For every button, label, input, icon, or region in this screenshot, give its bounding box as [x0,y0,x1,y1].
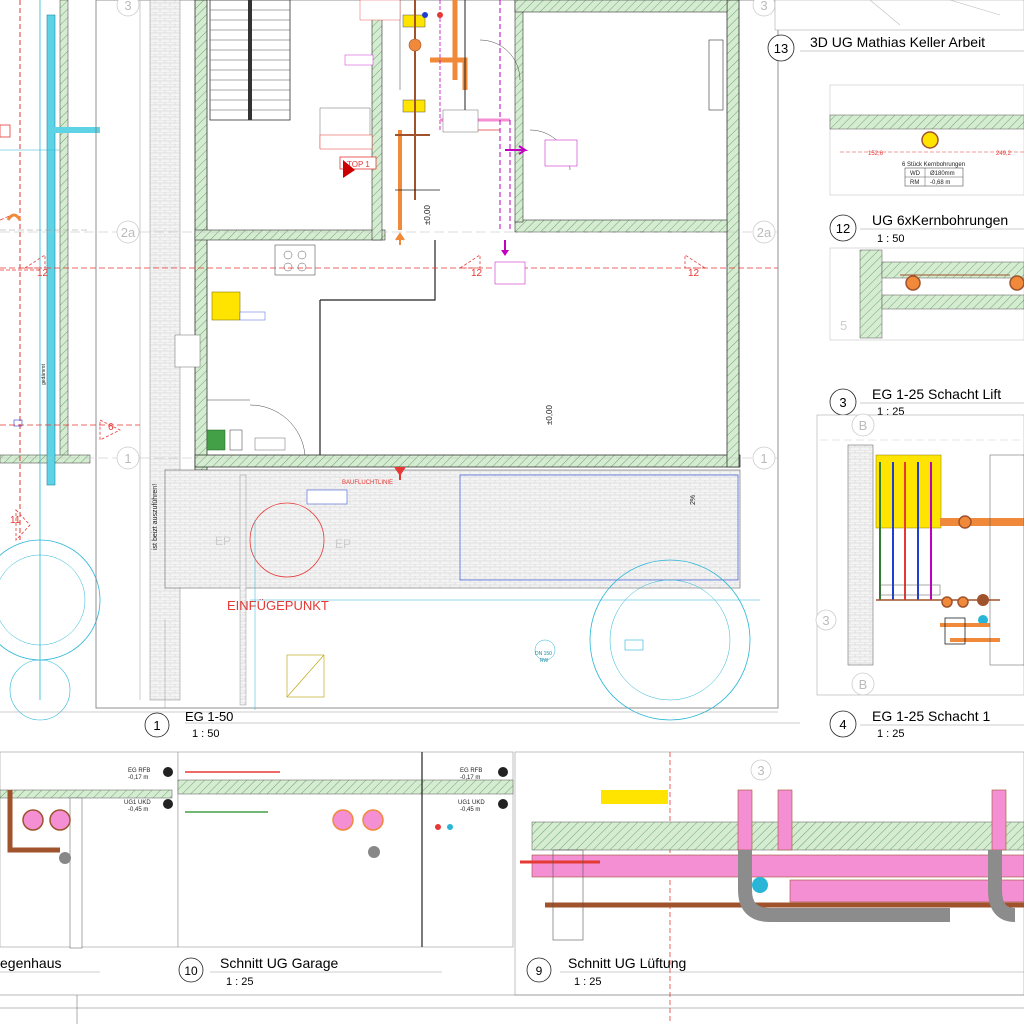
view-scale-4: 1 : 25 [877,728,905,740]
view-title-13: 3D UG Mathias Keller Arbeit [810,34,985,50]
section-label-12b: 12 [688,268,700,279]
dim-1526: 152,6 [868,151,884,157]
section-9: 3 9 Schnitt UG Lüftung 1 : 25 [514,751,1024,1024]
wd-value: Ø180mm [930,171,955,177]
baufluchtlinie-label: BAUFLUCHTLINIE [342,480,393,486]
grid-axis-b-top: B [859,418,868,433]
view-title-egenhaus: egenhaus [0,955,62,971]
grid-axis-2a-right: 2a [757,225,772,240]
view-12: 152,6 249,2 6 Stück Kernbohrungen WD Ø18… [829,84,1024,341]
rm-value: -0,68 m [930,180,950,186]
grid-axis-3-right: 3 [760,0,767,13]
rw-label: RW [540,658,549,664]
eg-rfb-right: EG RFB [460,768,482,774]
view-title-12: UG 6xKernbohrungen [872,212,1008,228]
view-scale-1: 1 : 50 [192,728,220,740]
dn150-label: DN 150 [535,651,552,657]
section-label-11: 11 [10,515,21,526]
svg-text:EP: EP [215,534,231,548]
view-13: 13 3D UG Mathias Keller Arbeit [767,0,1024,62]
view-3: 3 EG 1-25 Schacht Lift 1 : 25 [829,386,1024,418]
view-number-9: 9 [536,964,543,978]
slope-label: 2% [690,495,697,505]
wd-label: WD [910,171,921,177]
grid-axis-3-shaft: 3 [822,613,829,628]
level-045-left: -0,45 m [128,807,148,813]
view-number-1: 1 [153,718,160,733]
left-partial-plan: gedämmt [0,0,121,721]
section-10: EG RFB -0,17 m UG1 UKD -0,45 m EG RFB -0… [124,751,514,988]
dim-2492: 249,2 [996,151,1012,157]
cad-drawing-sheet: gedämmt 12 12 12 6 11 2a 2a 1 1 3 3 BAUF… [0,0,1024,1024]
view-title-9: Schnitt UG Lüftung [568,955,686,971]
rm-label: RM [910,180,919,186]
view-title-3: EG 1-25 Schacht Lift [872,386,1001,402]
zero-level-b: ±0,00 [545,404,554,425]
grid-axis-3-section: 3 [757,763,764,778]
eg-rfb-left: EG RFB [128,768,150,774]
level-017-left: -0,17 m [128,775,148,781]
grid-axis-1-right: 1 [760,451,767,466]
view-title-4: EG 1-25 Schacht 1 [872,708,991,724]
grid-axis-1-left: 1 [124,451,131,466]
staircase [209,0,291,121]
svg-text:EP: EP [335,537,351,551]
ug-ukd-left: UG1 UKD [124,800,151,806]
section-label-6: 6 [108,422,114,433]
section-label-12c: 12 [37,268,49,279]
grid-axis-2a-left: 2a [121,225,136,240]
level-017-right: -0,17 m [460,775,480,781]
view-scale-12: 1 : 50 [877,233,905,245]
grid-axis-5: 5 [840,318,847,333]
grid-axis-b-bottom: B [859,677,868,692]
view-title-1: EG 1-50 [185,709,233,724]
kernbohrungen-label: 6 Stück Kernbohrungen [902,162,965,168]
note-dachrinne: ist beizt auszuführen! [152,484,159,550]
view-title-10: Schnitt UG Garage [220,955,338,971]
view-number-13: 13 [774,41,788,56]
view-scale-9: 1 : 25 [574,976,602,988]
grid-axis-3-left: 3 [124,0,131,13]
section-label-12a: 12 [471,268,483,279]
zero-level-a: ±0,00 [423,204,432,225]
view-number-12: 12 [836,221,850,236]
view-scale-10: 1 : 25 [226,976,254,988]
shaft-detail: B B 3 [815,413,1024,696]
section-left-partial: egenhaus [0,751,179,973]
view-number-3: 3 [839,395,846,410]
main-floor-plan: 12 12 12 6 11 2a 2a 1 1 3 3 BAUFLUCHTLIN… [0,0,779,721]
svg-text:gedämmt: gedämmt [41,364,47,385]
ug-ukd-right: UG1 UKD [458,800,485,806]
view-number-10: 10 [184,964,198,978]
view-number-4: 4 [839,717,846,732]
view-label-1: 1 EG 1-50 1 : 50 [0,709,800,740]
level-045-right: -0,45 m [460,807,480,813]
view-4: 4 EG 1-25 Schacht 1 1 : 25 [829,708,1024,740]
